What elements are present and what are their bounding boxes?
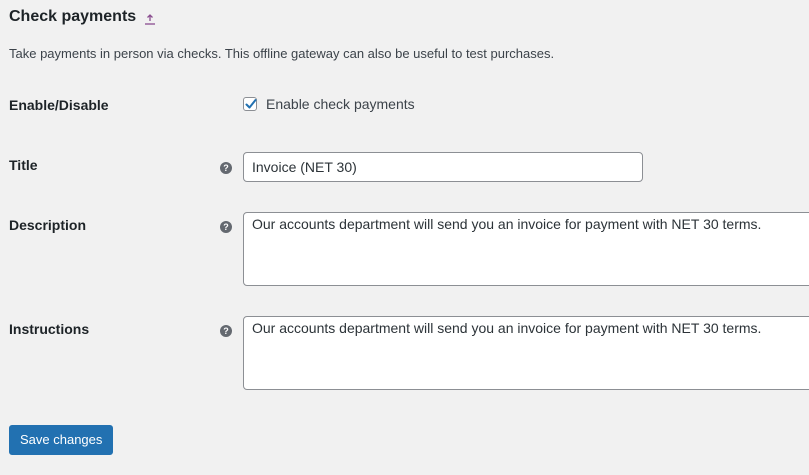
- help-tip-icon[interactable]: ?: [220, 325, 232, 337]
- enable-disable-label: Enable/Disable: [9, 97, 109, 113]
- section-heading: Check payments: [9, 7, 156, 27]
- enable-checkbox-label: Enable check payments: [266, 96, 415, 112]
- section-description: Take payments in person via checks. This…: [9, 46, 555, 61]
- return-arrow-icon[interactable]: [144, 12, 156, 26]
- enable-check-payments-control[interactable]: Enable check payments: [243, 95, 415, 113]
- help-tip-icon[interactable]: ?: [220, 162, 232, 174]
- title-label: Title: [9, 157, 38, 173]
- title-input[interactable]: Invoice (NET 30): [243, 152, 643, 182]
- enable-checkbox[interactable]: [243, 97, 257, 111]
- checkmark-icon: [245, 99, 257, 109]
- save-button[interactable]: Save changes: [9, 425, 114, 455]
- description-label: Description: [9, 217, 87, 233]
- help-tip-icon[interactable]: ?: [220, 221, 232, 233]
- description-textarea[interactable]: Our accounts department will send you an…: [243, 212, 809, 286]
- instructions-label: Instructions: [9, 321, 90, 337]
- page-title: Check payments: [9, 8, 137, 25]
- instructions-textarea[interactable]: Our accounts department will send you an…: [243, 316, 809, 390]
